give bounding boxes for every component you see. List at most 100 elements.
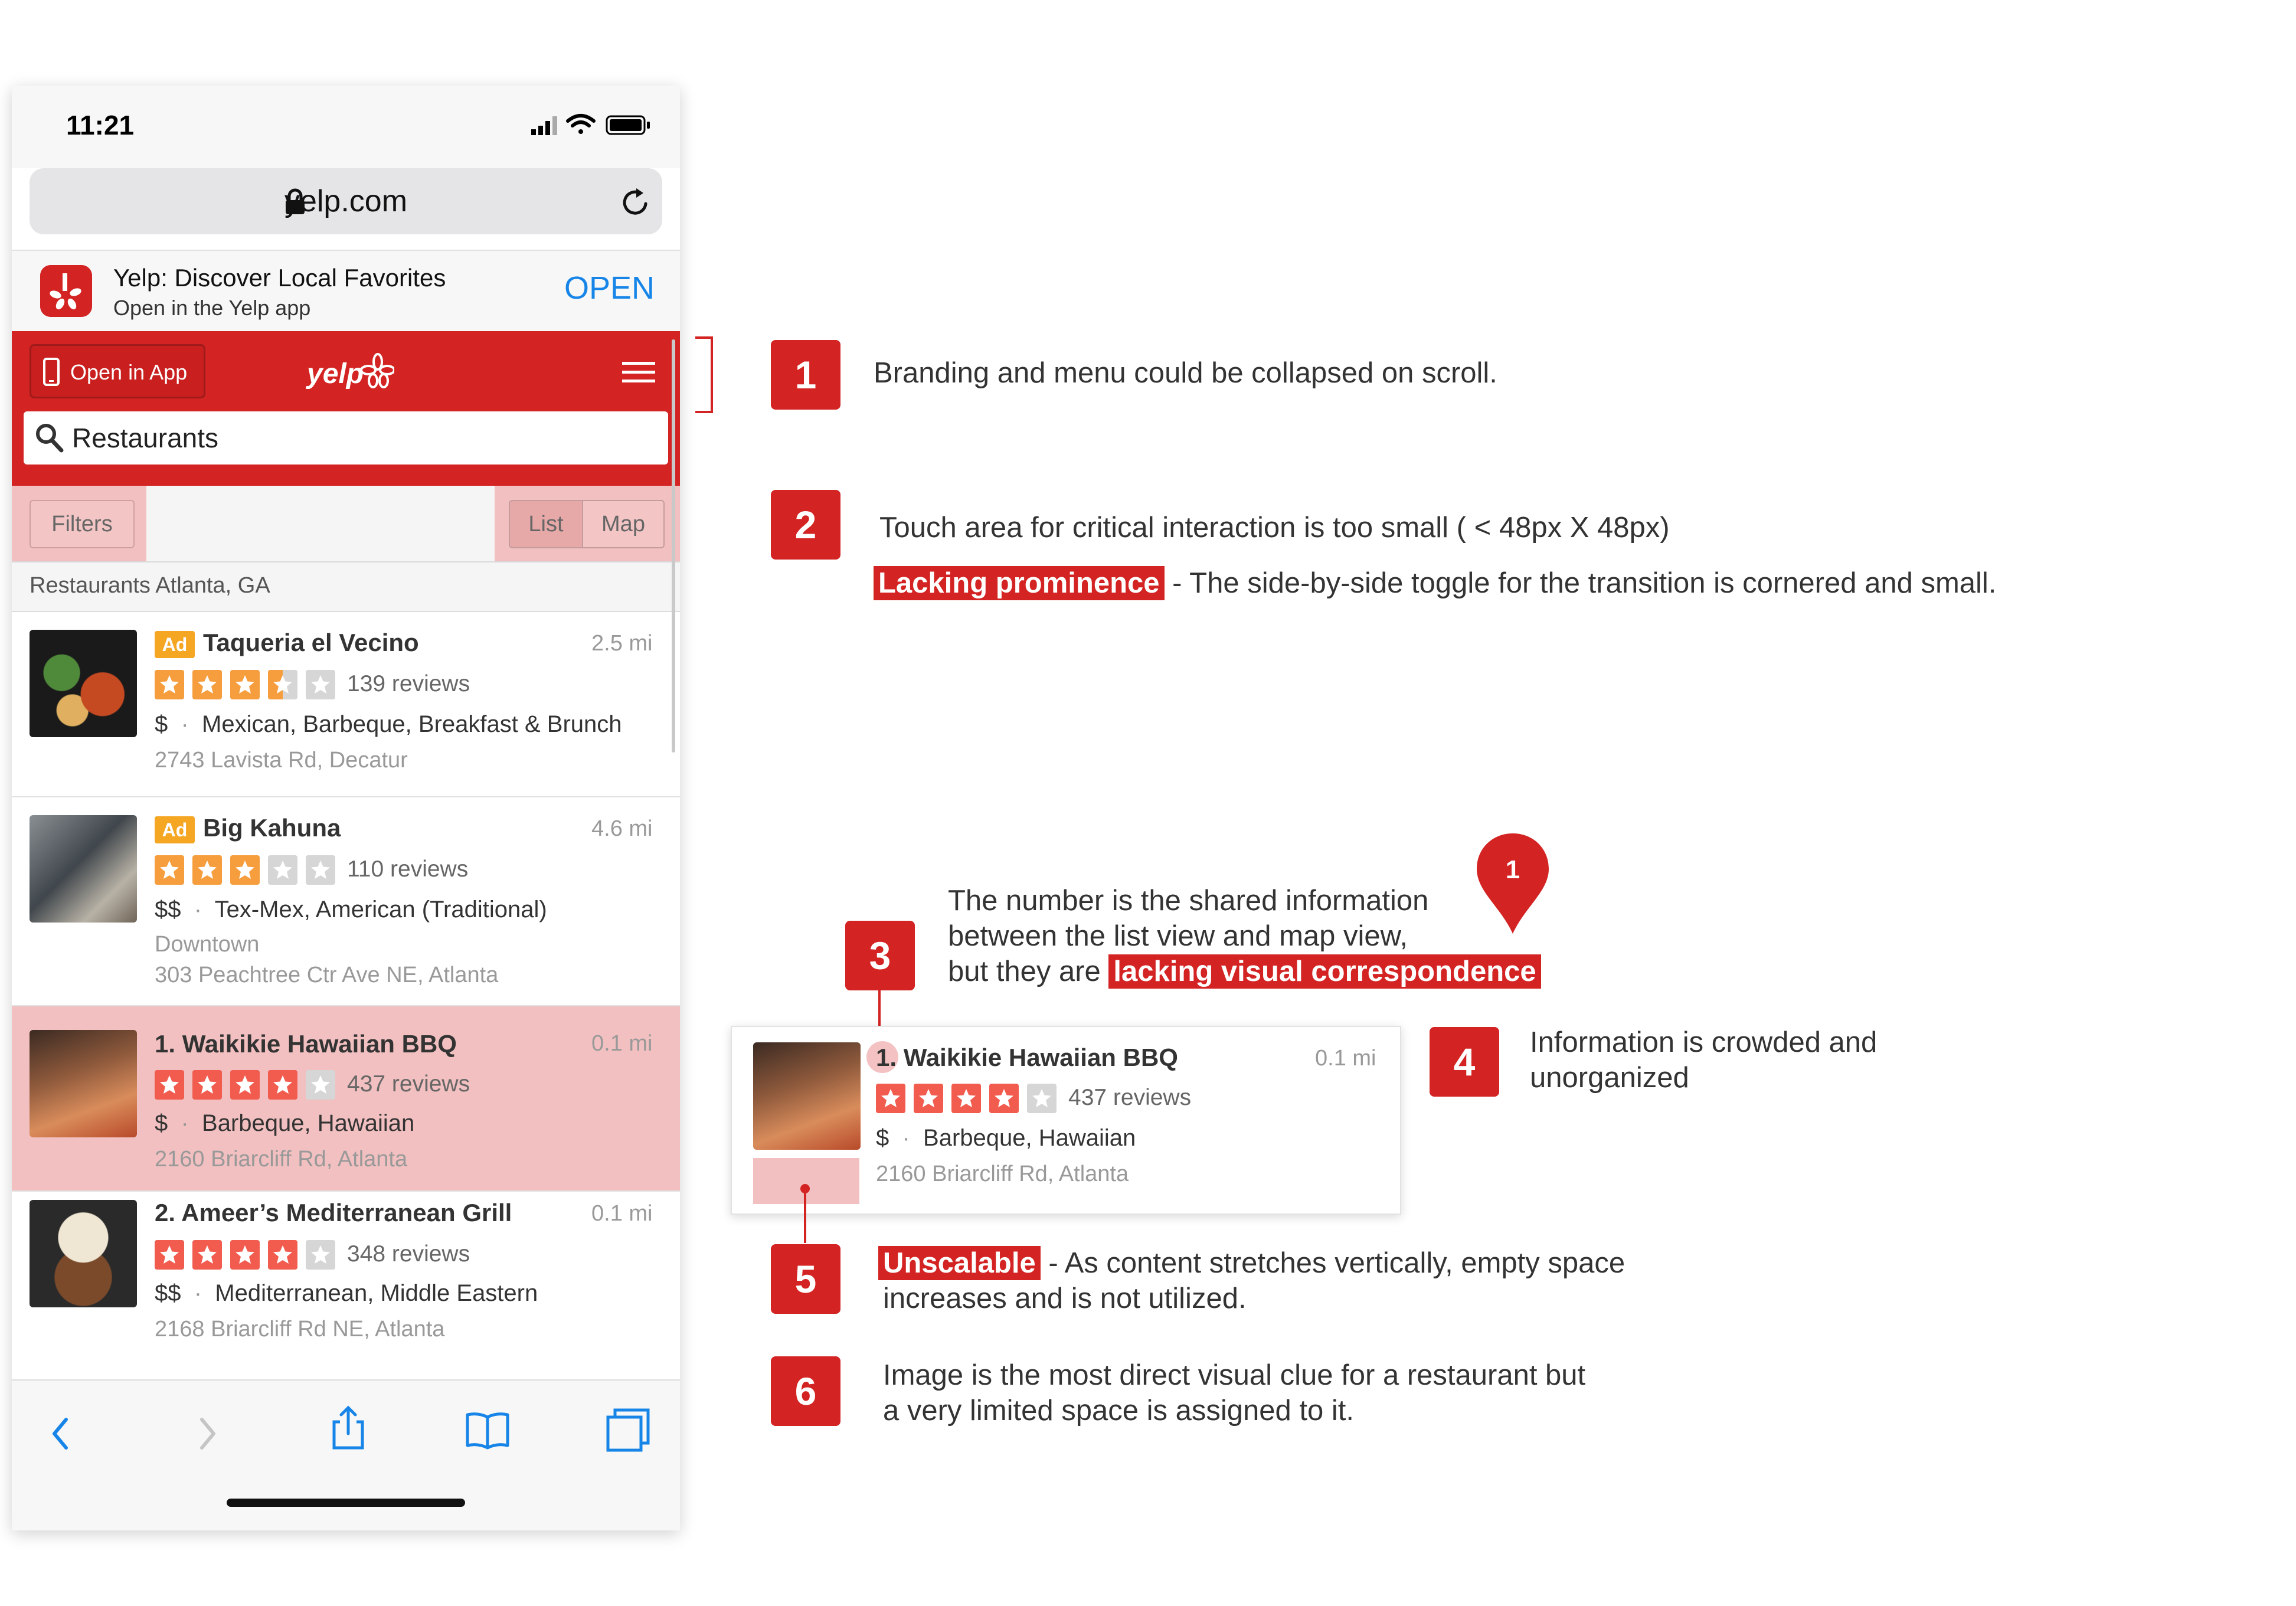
- star-icon: [192, 1070, 222, 1100]
- connector-line: [804, 1190, 806, 1243]
- address-bar[interactable]: yelp.com: [30, 168, 662, 234]
- restaurant-photo[interactable]: [30, 1030, 137, 1137]
- review-count: 110 reviews: [347, 856, 469, 882]
- url-text: yelp.com: [284, 184, 408, 218]
- star-icon: [268, 670, 297, 699]
- restaurant-photo: [753, 1042, 861, 1150]
- business-name[interactable]: 1. Waikikie Hawaiian BBQ: [155, 1030, 457, 1058]
- price: $: [876, 1125, 889, 1151]
- star-icon: [192, 670, 222, 699]
- star-icon: [155, 1070, 184, 1100]
- review-count: 437 reviews: [347, 1071, 470, 1097]
- reload-icon[interactable]: [619, 186, 652, 219]
- open-in-app-button[interactable]: Open in App: [30, 344, 205, 398]
- search-icon: [36, 424, 64, 453]
- note-text: Image is the most direct visual clue for…: [883, 1359, 1586, 1391]
- star-icon: [230, 855, 260, 885]
- card-name: Waikikie Hawaiian BBQ: [903, 1044, 1178, 1071]
- note-text: increases and is not utilized.: [883, 1283, 1247, 1314]
- price: $$: [155, 897, 181, 923]
- restaurant-photo[interactable]: [30, 1200, 137, 1307]
- note-text: Touch area for critical interaction is t…: [879, 512, 1670, 544]
- business-name[interactable]: Taqueria el Vecino: [203, 629, 419, 657]
- search-input[interactable]: Restaurants: [24, 411, 668, 465]
- distance: 0.1 mi: [591, 1201, 653, 1226]
- list-item[interactable]: Ad Taqueria el Vecino 2.5 mi 139 reviews…: [12, 612, 680, 797]
- map-pin-icon: 1: [1477, 833, 1549, 934]
- note-text: but they are lacking visual corresponden…: [948, 954, 1541, 989]
- star-icon: [989, 1084, 1019, 1113]
- share-icon[interactable]: [325, 1404, 372, 1451]
- highlight-label: Unscalable: [878, 1246, 1041, 1280]
- status-bar: 11:21: [12, 86, 680, 168]
- star-icon: [306, 670, 335, 699]
- forward-icon[interactable]: [183, 1410, 230, 1457]
- review-count: 348 reviews: [347, 1241, 470, 1267]
- note-number: 5: [771, 1244, 840, 1314]
- price-categories: $$ · Mediterranean, Middle Eastern: [155, 1280, 538, 1306]
- distance: 0.1 mi: [591, 1031, 653, 1056]
- star-icon: [914, 1084, 943, 1113]
- note-text: Information is crowded and: [1530, 1026, 1878, 1058]
- bracket-marker: [695, 336, 713, 413]
- open-in-app-label: Open in App: [70, 360, 188, 384]
- star-icon: [306, 855, 335, 885]
- address: 2168 Briarcliff Rd NE, Atlanta: [155, 1317, 445, 1342]
- list-item[interactable]: 1. Waikikie Hawaiian BBQ 0.1 mi 437 revi…: [12, 1006, 680, 1192]
- scrollbar[interactable]: [672, 339, 675, 753]
- star-rating: [155, 1240, 344, 1270]
- cellular-icon: [531, 116, 557, 135]
- highlight-label: lacking visual correspondence: [1108, 954, 1541, 989]
- restaurant-photo[interactable]: [30, 630, 137, 737]
- star-rating: [155, 670, 344, 699]
- empty-space-highlight: [753, 1158, 859, 1204]
- note-text-rest: - As content stretches vertically, empty…: [1048, 1247, 1625, 1279]
- star-icon: [268, 855, 297, 885]
- note-text: unorganized: [1530, 1062, 1689, 1094]
- list-item[interactable]: 2. Ameer’s Mediterranean Grill 0.1 mi 34…: [12, 1192, 680, 1379]
- note-number: 3: [845, 921, 915, 990]
- distance: 0.1 mi: [1315, 1046, 1376, 1071]
- star-icon: [155, 670, 184, 699]
- business-name: 1. Waikikie Hawaiian BBQ: [876, 1044, 1178, 1072]
- note-number: 2: [771, 490, 840, 560]
- list-item[interactable]: Ad Big Kahuna 4.6 mi 110 reviews $$ · Te…: [12, 797, 680, 1006]
- list-number: 1.: [876, 1044, 897, 1071]
- hamburger-menu-icon[interactable]: [622, 361, 655, 384]
- map-toggle-button[interactable]: Map: [582, 500, 665, 548]
- restaurant-photo[interactable]: [30, 815, 137, 923]
- star-icon: [230, 670, 260, 699]
- zoomed-listing-card: 1. Waikikie Hawaiian BBQ 0.1 mi 437 revi…: [731, 1026, 1401, 1215]
- note-text: Lacking prominence - The side-by-side to…: [874, 565, 1996, 601]
- bookmarks-icon[interactable]: [464, 1407, 511, 1454]
- yelp-app-icon: [40, 265, 92, 317]
- list-toggle-button[interactable]: List: [509, 500, 583, 548]
- categories: Mexican, Barbeque, Breakfast & Brunch: [202, 711, 622, 737]
- business-name[interactable]: Big Kahuna: [203, 814, 341, 842]
- open-app-link[interactable]: OPEN: [564, 270, 655, 306]
- filter-bar: Filters List Map: [12, 486, 680, 562]
- back-icon[interactable]: [38, 1410, 85, 1457]
- star-icon: [876, 1084, 905, 1113]
- note-number: 6: [771, 1356, 840, 1426]
- filters-button[interactable]: Filters: [30, 500, 135, 548]
- highlight-label: Lacking prominence: [874, 566, 1165, 600]
- neighborhood: Downtown: [155, 932, 260, 957]
- tabs-icon[interactable]: [604, 1407, 652, 1454]
- smart-app-banner: Yelp: Discover Local Favorites Open in t…: [12, 250, 680, 331]
- price-categories: $ · Barbeque, Hawaiian: [876, 1125, 1136, 1151]
- business-name[interactable]: 2. Ameer’s Mediterranean Grill: [155, 1199, 512, 1227]
- filters-label: Filters: [51, 512, 113, 537]
- price-categories: $ · Barbeque, Hawaiian: [155, 1110, 415, 1136]
- yelp-logo[interactable]: yelp: [306, 349, 394, 396]
- categories: Barbeque, Hawaiian: [923, 1125, 1136, 1151]
- categories: Mediterranean, Middle Eastern: [215, 1280, 538, 1306]
- address: 303 Peachtree Ctr Ave NE, Atlanta: [155, 963, 499, 987]
- star-icon: [306, 1240, 335, 1270]
- star-icon: [268, 1240, 297, 1270]
- address: 2160 Briarcliff Rd, Atlanta: [155, 1147, 408, 1172]
- svg-text:yelp: yelp: [306, 358, 364, 390]
- battery-icon: [606, 115, 650, 135]
- distance: 2.5 mi: [591, 631, 653, 656]
- home-indicator[interactable]: [227, 1499, 465, 1507]
